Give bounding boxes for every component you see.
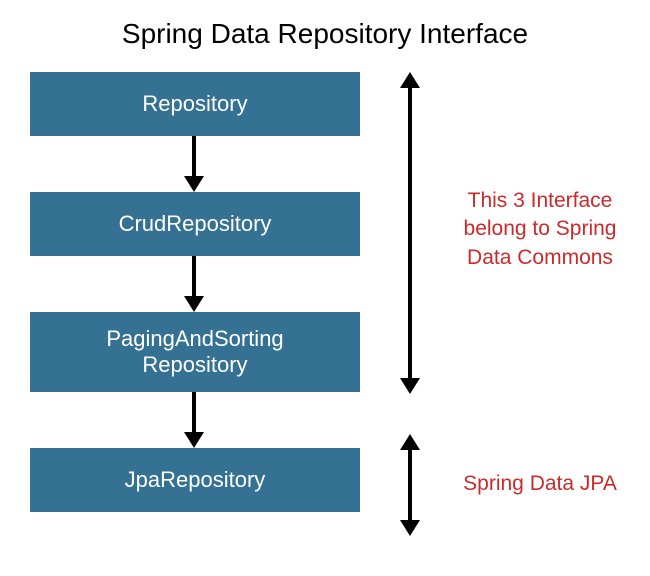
text-line: This 3 Interface	[468, 189, 613, 212]
diagram-area: Repository CrudRepository PagingAndSorti…	[30, 72, 630, 562]
box-jpa-repository: JpaRepository	[30, 448, 360, 512]
text-line: Data Commons	[467, 246, 613, 269]
text-line: Spring Data JPA	[463, 472, 617, 495]
box-paging-sorting-repository: PagingAndSorting Repository	[30, 312, 360, 392]
box-repository: Repository	[30, 72, 360, 136]
text-line: Repository	[142, 352, 247, 377]
text-line: PagingAndSorting	[106, 326, 283, 351]
diagram-title: Spring Data Repository Interface	[0, 0, 650, 62]
box-jpa-repository-label: JpaRepository	[125, 467, 266, 493]
box-crud-repository: CrudRepository	[30, 192, 360, 256]
box-paging-sorting-repository-label: PagingAndSorting Repository	[106, 326, 283, 379]
box-crud-repository-label: CrudRepository	[119, 211, 272, 237]
text-line: belong to Spring	[464, 217, 617, 240]
box-repository-label: Repository	[142, 91, 247, 117]
annotation-commons: This 3 Interface belong to Spring Data C…	[450, 187, 630, 272]
annotation-jpa: Spring Data JPA	[450, 470, 630, 498]
